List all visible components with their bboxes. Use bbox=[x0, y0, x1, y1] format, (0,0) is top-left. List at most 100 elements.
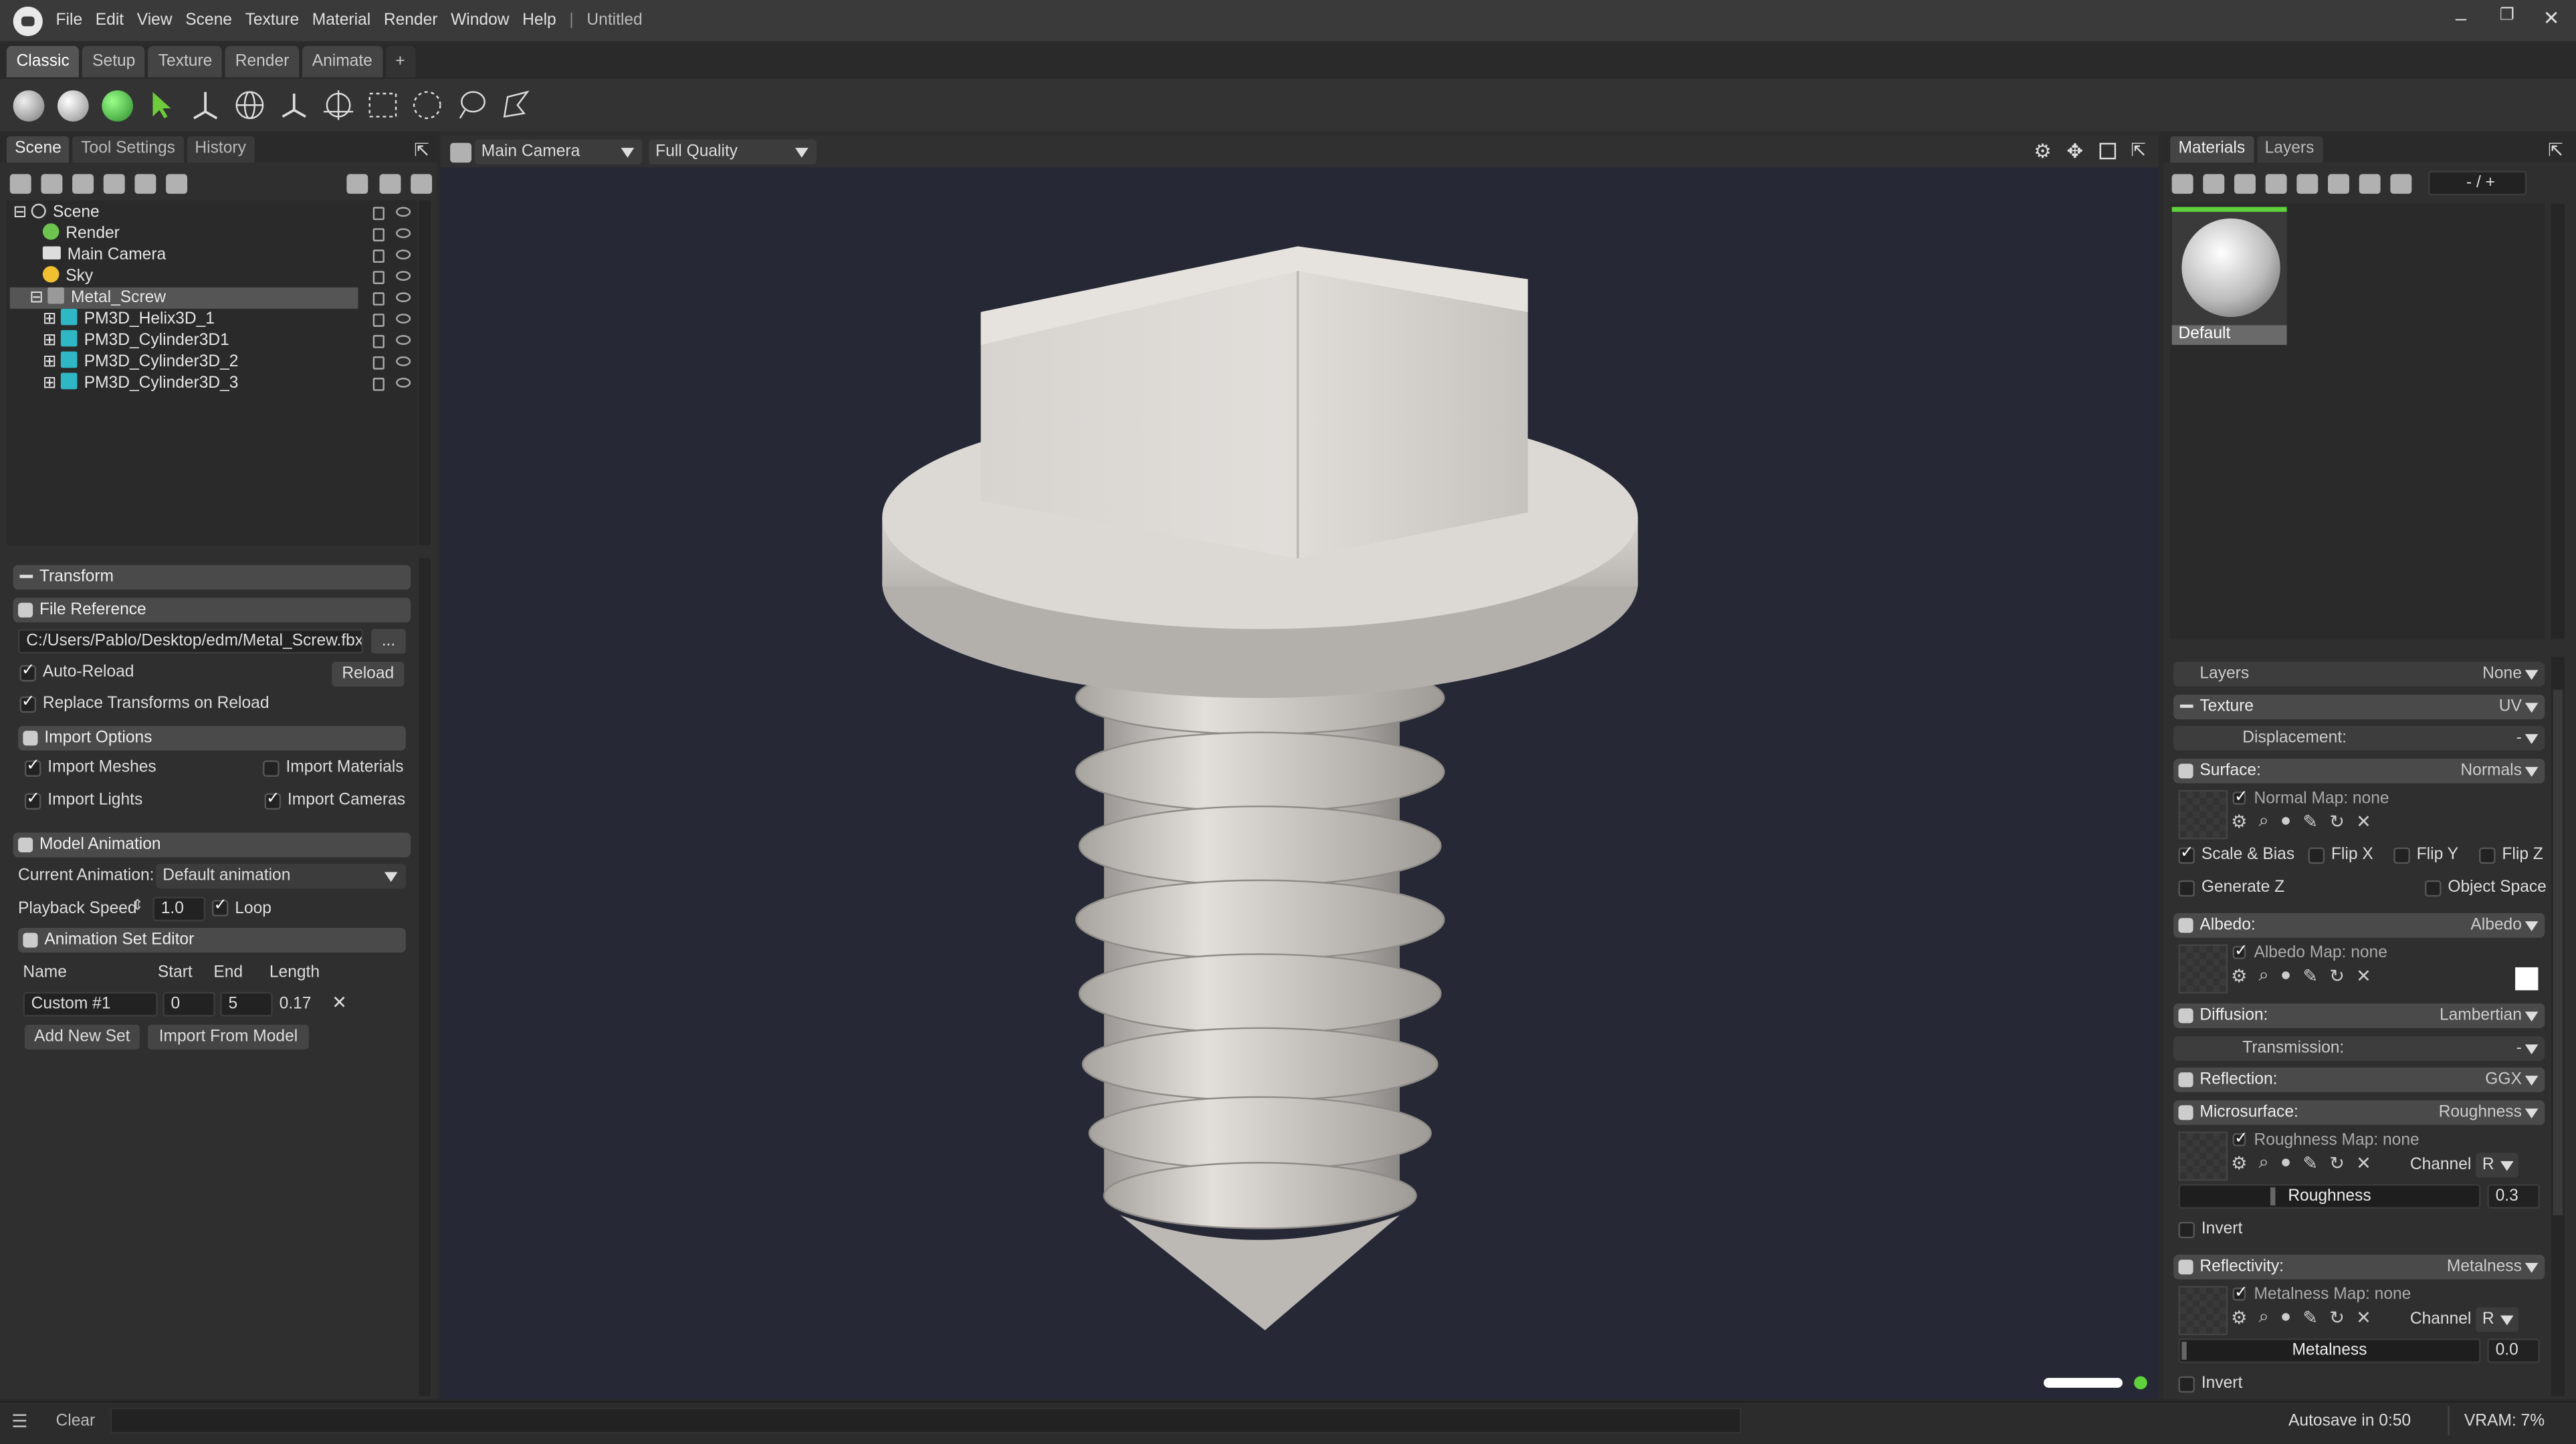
tree-item-cylinder3[interactable]: ⊞ PM3D_Cylinder3D_3 bbox=[43, 372, 238, 394]
minimize-icon[interactable]: – bbox=[2448, 7, 2474, 29]
lock-icon[interactable] bbox=[372, 249, 385, 263]
diffusion-section[interactable]: Diffusion: Lambertian bbox=[2173, 1003, 2545, 1028]
object-space-checkbox[interactable] bbox=[2424, 880, 2442, 897]
tree-item-metal-screw[interactable]: ⊟ Metal_Screw bbox=[29, 287, 166, 309]
import-meshes-checkbox[interactable] bbox=[24, 757, 41, 777]
add-camera-icon[interactable] bbox=[72, 174, 94, 194]
roughness-value-field[interactable]: 0.3 bbox=[2487, 1184, 2540, 1209]
import-materials-checkbox[interactable] bbox=[263, 760, 280, 777]
rotate-tool-icon[interactable] bbox=[231, 87, 267, 123]
file-reference-section[interactable]: File Reference bbox=[13, 598, 411, 623]
console-input[interactable] bbox=[110, 1407, 1741, 1434]
flip-x-checkbox[interactable] bbox=[2308, 847, 2325, 864]
shading-full-button[interactable] bbox=[98, 87, 134, 123]
duplicate-material-icon[interactable] bbox=[2203, 174, 2225, 194]
roughness-map-slot[interactable] bbox=[2178, 1131, 2228, 1181]
tree-item-render[interactable]: Render bbox=[42, 223, 120, 245]
albedo-section[interactable]: Albedo: Albedo bbox=[2173, 913, 2545, 938]
refresh-icon[interactable]: ↻ bbox=[2329, 965, 2345, 987]
properties-scrollbar[interactable] bbox=[2551, 656, 2565, 1397]
clear-icon[interactable]: ✕ bbox=[2356, 812, 2371, 832]
visibility-icon[interactable] bbox=[396, 356, 411, 366]
paint-icon[interactable]: ● bbox=[2280, 965, 2291, 987]
transmission-row[interactable]: Transmission: - bbox=[2173, 1036, 2545, 1061]
model-animation-section[interactable]: Model Animation bbox=[13, 832, 411, 858]
metalness-value-field[interactable]: 0.0 bbox=[2487, 1338, 2540, 1363]
visibility-icon[interactable] bbox=[396, 228, 411, 239]
flip-z-checkbox[interactable] bbox=[2479, 847, 2496, 864]
tree-item-main-camera[interactable]: Main Camera bbox=[42, 245, 166, 266]
metalness-slider-handle[interactable] bbox=[2181, 1342, 2187, 1360]
import-options-section[interactable]: Import Options bbox=[18, 725, 406, 751]
camera-dropdown[interactable]: Main Camera bbox=[474, 139, 643, 164]
duplicate-icon[interactable] bbox=[379, 174, 401, 194]
clear-icon[interactable]: ✕ bbox=[2356, 965, 2371, 987]
metalness-map-slot[interactable] bbox=[2178, 1286, 2228, 1336]
menu-window[interactable]: Window bbox=[444, 11, 516, 29]
reflection-section[interactable]: Reflection: GGX bbox=[2173, 1067, 2545, 1092]
surface-section[interactable]: Surface: Normals bbox=[2173, 758, 2545, 784]
tab-setup[interactable]: Setup bbox=[82, 45, 146, 78]
select-tool-icon[interactable] bbox=[143, 87, 179, 123]
browse-button[interactable]: ... bbox=[371, 628, 406, 654]
properties-scrollbar[interactable] bbox=[419, 558, 431, 1397]
lock-icon[interactable] bbox=[372, 207, 385, 221]
speed-stepper-icon[interactable]: ⇕ bbox=[132, 896, 144, 915]
picker-icon[interactable] bbox=[2328, 174, 2349, 194]
tab-texture[interactable]: Texture bbox=[148, 45, 223, 78]
popout-icon[interactable]: ⇱ bbox=[414, 140, 429, 160]
restore-icon[interactable]: ❐ bbox=[2494, 7, 2520, 25]
search-icon[interactable]: ⌕ bbox=[2259, 812, 2269, 833]
tree-item-scene[interactable]: ⊟ Scene bbox=[13, 202, 100, 223]
albedo-map-slot[interactable] bbox=[2178, 944, 2228, 994]
metalness-invert-checkbox[interactable] bbox=[2178, 1376, 2195, 1393]
search-icon[interactable]: ⌕ bbox=[2259, 1153, 2269, 1175]
roughness-invert-checkbox[interactable] bbox=[2178, 1221, 2195, 1239]
tree-item-cylinder1[interactable]: ⊞ PM3D_Cylinder3D1 bbox=[43, 330, 229, 352]
tab-history[interactable]: History bbox=[187, 136, 255, 163]
add-sky-icon[interactable] bbox=[103, 174, 125, 194]
flip-y-checkbox[interactable] bbox=[2393, 847, 2410, 864]
albedo-color-swatch[interactable] bbox=[2515, 967, 2539, 991]
playback-speed-field[interactable]: 1.0 bbox=[152, 896, 206, 922]
shading-flat-button[interactable] bbox=[10, 87, 46, 123]
visibility-icon[interactable] bbox=[396, 335, 411, 345]
menu-view[interactable]: View bbox=[130, 11, 179, 29]
visibility-icon[interactable] bbox=[396, 249, 411, 260]
tree-item-cylinder2[interactable]: ⊞ PM3D_Cylinder3D_2 bbox=[43, 351, 238, 373]
refresh-icon[interactable]: ↻ bbox=[2329, 1153, 2345, 1174]
visibility-icon[interactable] bbox=[396, 314, 411, 324]
translate-tool-icon[interactable] bbox=[187, 87, 223, 123]
albedo-map-checkbox[interactable] bbox=[2232, 943, 2248, 961]
clear-icon[interactable]: ✕ bbox=[2356, 1307, 2371, 1328]
tab-animate[interactable]: Animate bbox=[302, 45, 383, 78]
lock-icon[interactable] bbox=[372, 228, 385, 242]
brush-icon[interactable]: ✎ bbox=[2302, 1153, 2318, 1174]
camera-icon[interactable] bbox=[450, 142, 472, 163]
metalness-slider[interactable]: Metalness bbox=[2178, 1338, 2481, 1363]
import-lights-checkbox[interactable] bbox=[24, 790, 41, 810]
popout-icon[interactable]: ⇱ bbox=[2548, 140, 2563, 160]
roughness-slider-handle[interactable] bbox=[2270, 1187, 2276, 1206]
material-counter[interactable]: - / + bbox=[2428, 170, 2527, 196]
auto-reload-checkbox[interactable] bbox=[19, 662, 37, 682]
settings-icon[interactable]: ⚙ bbox=[2231, 812, 2247, 832]
tab-classic[interactable]: Classic bbox=[6, 45, 80, 78]
shading-smooth-button[interactable] bbox=[54, 87, 90, 123]
polygon-select-icon[interactable] bbox=[498, 87, 534, 123]
reload-button[interactable]: Reload bbox=[332, 662, 405, 687]
visibility-icon[interactable] bbox=[396, 271, 411, 281]
clear-icon[interactable]: ✕ bbox=[2356, 1153, 2371, 1174]
lock-icon[interactable] bbox=[372, 271, 385, 284]
trash-icon[interactable] bbox=[411, 174, 433, 194]
add-group-icon[interactable] bbox=[134, 174, 156, 194]
lock-icon[interactable] bbox=[372, 356, 385, 370]
sphere-preview-icon[interactable] bbox=[2390, 174, 2412, 194]
circle-select-icon[interactable] bbox=[409, 87, 445, 123]
remove-set-icon[interactable]: ✕ bbox=[332, 993, 347, 1015]
clear-button[interactable]: Clear bbox=[56, 1411, 96, 1432]
animation-set-editor-section[interactable]: Animation Set Editor bbox=[18, 927, 406, 953]
rect-select-icon[interactable] bbox=[364, 87, 401, 123]
lock-icon[interactable] bbox=[372, 378, 385, 391]
visibility-icon[interactable] bbox=[396, 292, 411, 303]
